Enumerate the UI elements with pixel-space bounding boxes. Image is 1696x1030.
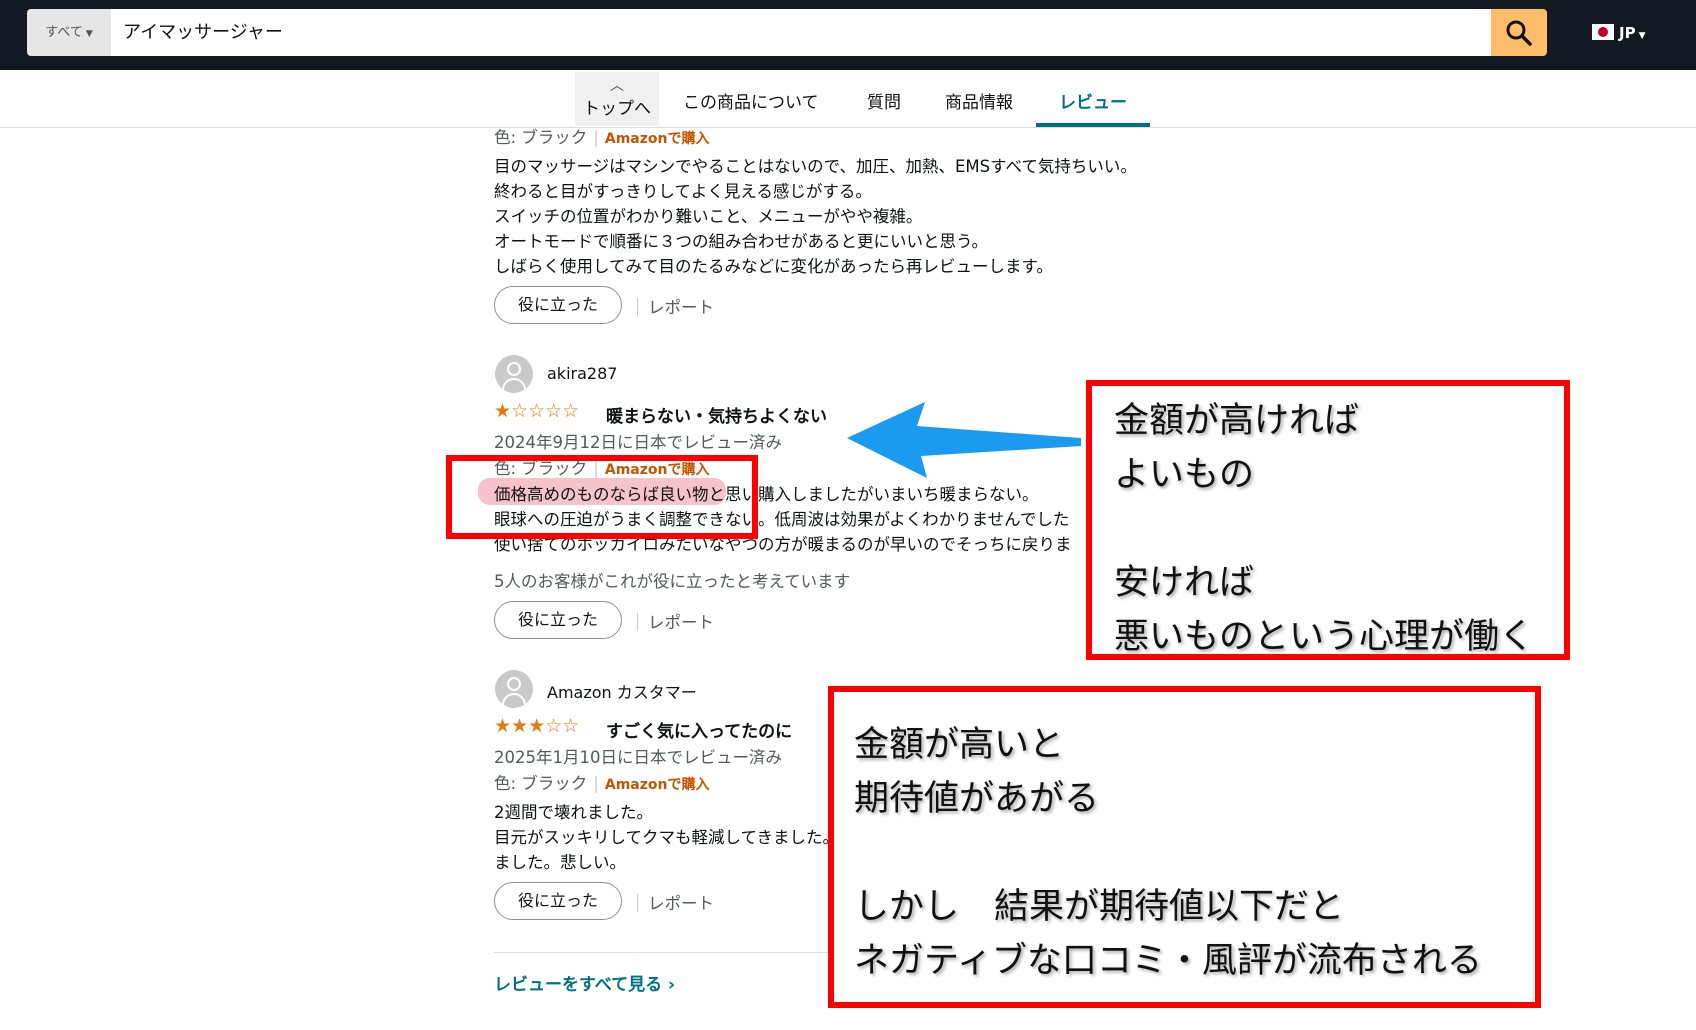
verified-purchase-badge: Amazonで購入 — [604, 777, 710, 793]
annotation-line: 金額が高ければ — [1114, 401, 1360, 441]
helpful-button[interactable]: 役に立った — [494, 882, 622, 920]
report-link[interactable]: レポート — [637, 609, 714, 633]
search-icon — [1506, 20, 1532, 46]
review-body-line: オートモードで順番に３つの組み合わせがあると更にいいと思う。 — [494, 232, 989, 251]
helpful-count: 5人のお客様がこれが役に立ったと考えています — [494, 572, 851, 591]
search-input[interactable]: アイマッサージャー — [111, 9, 1491, 56]
star-rating: ★★★☆☆ — [494, 715, 579, 737]
header-bar: すべて ▼ アイマッサージャー JP ▼ — [0, 0, 1696, 70]
review-date: 2024年9月12日に日本でレビュー済み — [494, 433, 782, 452]
back-to-top-button[interactable]: ︿ トップへ — [575, 72, 659, 126]
back-to-top-label: トップへ — [583, 99, 651, 119]
review-meta: 色: ブラック | Amazonで購入 — [494, 774, 710, 793]
helpful-button[interactable]: 役に立った — [494, 601, 622, 639]
search-category-dropdown[interactable]: すべて ▼ — [27, 9, 111, 56]
review-body-line: 終わると目がすっきりしてよく見える感じがする。 — [494, 182, 872, 201]
chevron-up-icon: ︿ — [610, 78, 624, 94]
review-body-line: 2週間で壊れました。 — [494, 803, 653, 822]
tab-product-info[interactable]: 商品情報 — [945, 88, 1013, 113]
annotation-line: 安ければ — [1114, 563, 1255, 603]
annotation-line: 期待値があがる — [854, 779, 1100, 819]
helpful-button[interactable]: 役に立った — [494, 286, 622, 324]
annotation-line: よいもの — [1114, 455, 1255, 495]
tab-about-product[interactable]: この商品について — [683, 88, 819, 113]
star-empty-icon: ☆☆☆☆ — [511, 400, 580, 422]
annotation-line: 悪いものという心理が働く — [1114, 617, 1535, 657]
review-title[interactable]: 暖まらない・気持ちよくない — [606, 402, 827, 427]
product-subnav: ︿ トップへ この商品について 質問 商品情報 レビュー — [0, 70, 1696, 128]
star-filled-icon: ★ — [494, 400, 512, 422]
star-empty-icon: ☆☆ — [545, 715, 580, 737]
annotation-spacer — [854, 826, 1535, 880]
tab-questions[interactable]: 質問 — [867, 88, 901, 113]
red-highlight-box — [446, 455, 758, 539]
active-tab-indicator — [1036, 123, 1150, 127]
star-rating: ★☆☆☆☆ — [494, 400, 579, 422]
see-all-reviews-link[interactable]: レビューをすべて見る › — [494, 970, 675, 995]
caret-down-icon: ▼ — [1638, 31, 1646, 41]
report-link[interactable]: レポート — [637, 890, 714, 914]
annotation-callout-price-psychology: 金額が高ければ よいもの 安ければ 悪いものという心理が働く — [1086, 380, 1570, 660]
divider — [494, 952, 834, 953]
star-filled-icon: ★★★ — [494, 715, 546, 737]
locale-label: JP — [1619, 24, 1636, 42]
search-button[interactable] — [1491, 9, 1547, 56]
annotation-line: 金額が高いと — [854, 725, 1065, 765]
annotation-spacer — [1114, 502, 1564, 556]
review-date: 2025年1月10日に日本でレビュー済み — [494, 748, 782, 767]
review-body-line: しばらく使用してみて目のたるみなどに変化があったら再レビューします。 — [494, 257, 1053, 276]
blue-arrow-icon — [847, 402, 1081, 478]
japan-flag-icon — [1592, 24, 1614, 40]
tab-reviews[interactable]: レビュー — [1059, 88, 1127, 113]
reviewer-name[interactable]: Amazon カスタマー — [547, 679, 697, 703]
report-link[interactable]: レポート — [637, 294, 714, 318]
review-title[interactable]: すごく気に入ってたのに — [606, 717, 792, 742]
caret-down-icon: ▼ — [85, 29, 93, 39]
review-body-line: ました。悲しい。 — [494, 853, 626, 872]
search-category-label: すべて — [45, 25, 83, 40]
review-meta: 色: ブラック | Amazonで購入 — [494, 128, 710, 147]
verified-purchase-badge: Amazonで購入 — [604, 131, 710, 147]
variant-label: 色: ブラック — [494, 128, 588, 147]
language-selector[interactable]: JP ▼ — [1592, 24, 1646, 42]
avatar — [495, 355, 533, 393]
review-body-line: 目のマッサージはマシンでやることはないので、加圧、加熱、EMSすべて気持ちいい。 — [494, 157, 1137, 176]
annotation-callout-expectations: 金額が高いと 期待値があがる しかし 結果が期待値以下だと ネガティブな口コミ・… — [828, 686, 1541, 1008]
avatar — [495, 670, 533, 708]
review-body-line: スイッチの位置がわかり難いこと、メニューがやや複雑。 — [494, 207, 923, 226]
annotation-line: しかし 結果が期待値以下だと — [854, 887, 1345, 927]
variant-label: 色: ブラック — [494, 774, 588, 793]
reviewer-name[interactable]: akira287 — [547, 364, 617, 383]
annotation-line: ネガティブな口コミ・風評が流布される — [854, 941, 1482, 981]
